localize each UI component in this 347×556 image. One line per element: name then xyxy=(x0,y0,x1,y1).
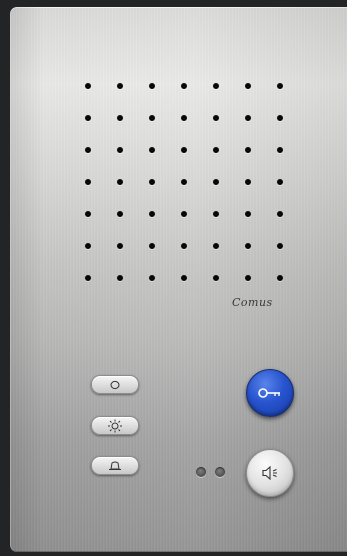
indicator-led xyxy=(196,467,206,477)
speaker-hole xyxy=(245,115,251,121)
speaker-hole xyxy=(117,211,123,217)
speaker-hole xyxy=(245,275,251,281)
speaker-hole xyxy=(149,83,155,89)
speaker-hole xyxy=(117,243,123,249)
speaker-hole xyxy=(181,83,187,89)
speaker-hole xyxy=(245,179,251,185)
speaker-hole xyxy=(85,243,91,249)
speaker-hole xyxy=(149,147,155,153)
speaker-hole xyxy=(85,83,91,89)
speaker-hole xyxy=(85,147,91,153)
speak-button[interactable] xyxy=(246,449,294,497)
speaker-hole xyxy=(277,83,283,89)
door-open-button[interactable] xyxy=(246,369,294,417)
speaker-hole xyxy=(213,83,219,89)
speaker-hole xyxy=(213,147,219,153)
speaker-hole xyxy=(213,179,219,185)
bell-icon xyxy=(109,461,121,470)
circle-icon xyxy=(110,380,120,389)
speaker-hole xyxy=(149,211,155,217)
speaker-hole xyxy=(149,275,155,281)
light-button[interactable] xyxy=(91,416,139,435)
speaker-hole xyxy=(85,211,91,217)
speaker-grille xyxy=(85,83,285,283)
speaker-hole xyxy=(181,243,187,249)
key-icon xyxy=(258,388,280,398)
speaker-hole xyxy=(149,115,155,121)
light-icon xyxy=(108,419,122,432)
speaker-hole xyxy=(245,83,251,89)
speaker-hole xyxy=(277,275,283,281)
speaker-hole xyxy=(85,115,91,121)
speaker-hole xyxy=(213,275,219,281)
speaker-hole xyxy=(85,275,91,281)
speaker-hole xyxy=(181,147,187,153)
speaker-hole xyxy=(277,211,283,217)
speaker-hole xyxy=(277,115,283,121)
intercom-panel: Comus xyxy=(10,7,347,552)
circle-button[interactable] xyxy=(91,375,139,394)
speaker-hole xyxy=(149,179,155,185)
speaker-hole xyxy=(117,147,123,153)
speaker-hole xyxy=(245,211,251,217)
speaker-hole xyxy=(117,275,123,281)
speaker-icon xyxy=(262,465,277,481)
indicator-led xyxy=(215,467,225,477)
speaker-hole xyxy=(277,243,283,249)
brand-logo: Comus xyxy=(232,296,273,309)
speaker-hole xyxy=(213,243,219,249)
speaker-hole xyxy=(117,179,123,185)
speaker-hole xyxy=(245,147,251,153)
speaker-hole xyxy=(181,115,187,121)
speaker-hole xyxy=(213,211,219,217)
speaker-hole xyxy=(213,115,219,121)
speaker-hole xyxy=(117,115,123,121)
speaker-hole xyxy=(181,211,187,217)
bell-button[interactable] xyxy=(91,456,139,475)
speaker-hole xyxy=(245,243,251,249)
speaker-hole xyxy=(85,179,91,185)
speaker-hole xyxy=(277,179,283,185)
speaker-hole xyxy=(277,147,283,153)
speaker-hole xyxy=(181,179,187,185)
speaker-hole xyxy=(181,275,187,281)
speaker-hole xyxy=(149,243,155,249)
speaker-hole xyxy=(117,83,123,89)
